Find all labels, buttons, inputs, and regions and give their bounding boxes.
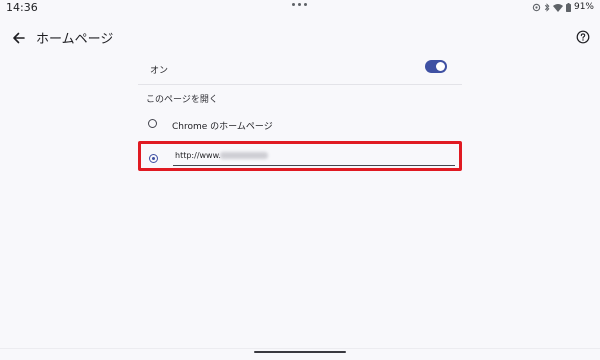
obscured-url-text [220,152,268,159]
wifi-icon [552,3,563,12]
data-saver-icon [532,3,541,11]
gesture-nav-handle[interactable] [254,351,346,353]
homepage-toggle-row[interactable]: オン [138,56,462,82]
app-bar: ホームページ [0,24,600,52]
toggle-knob [436,62,445,71]
custom-url-highlight: http://www. [138,141,462,171]
toggle-label: オン [150,66,169,76]
homepage-toggle-switch[interactable] [425,60,447,73]
radio-dot [152,157,155,160]
option-label: Chrome のホームページ [172,122,273,132]
status-icons: 91% [532,2,594,12]
battery-icon [565,2,571,12]
page-title: ホームページ [36,32,114,47]
custom-url-text: http://www. [175,151,221,160]
bottom-separator [0,348,600,349]
status-time: 14:36 [6,1,38,14]
divider [138,84,462,85]
arrow-back-icon[interactable] [10,29,28,47]
bluetooth-icon [544,2,550,12]
screen: 14:36 91% ホームページ オン このページを開く Chrome のホーム… [0,0,600,360]
radio-button-selected[interactable] [149,154,158,163]
radio-button-unselected[interactable] [148,119,157,128]
status-dots-icon [292,3,307,6]
status-bar: 14:36 91% [0,0,600,16]
battery-percent: 91% [573,2,594,12]
help-icon[interactable] [576,30,590,44]
option-chrome-homepage[interactable]: Chrome のホームページ [138,113,462,137]
section-header: このページを開く [146,95,218,105]
